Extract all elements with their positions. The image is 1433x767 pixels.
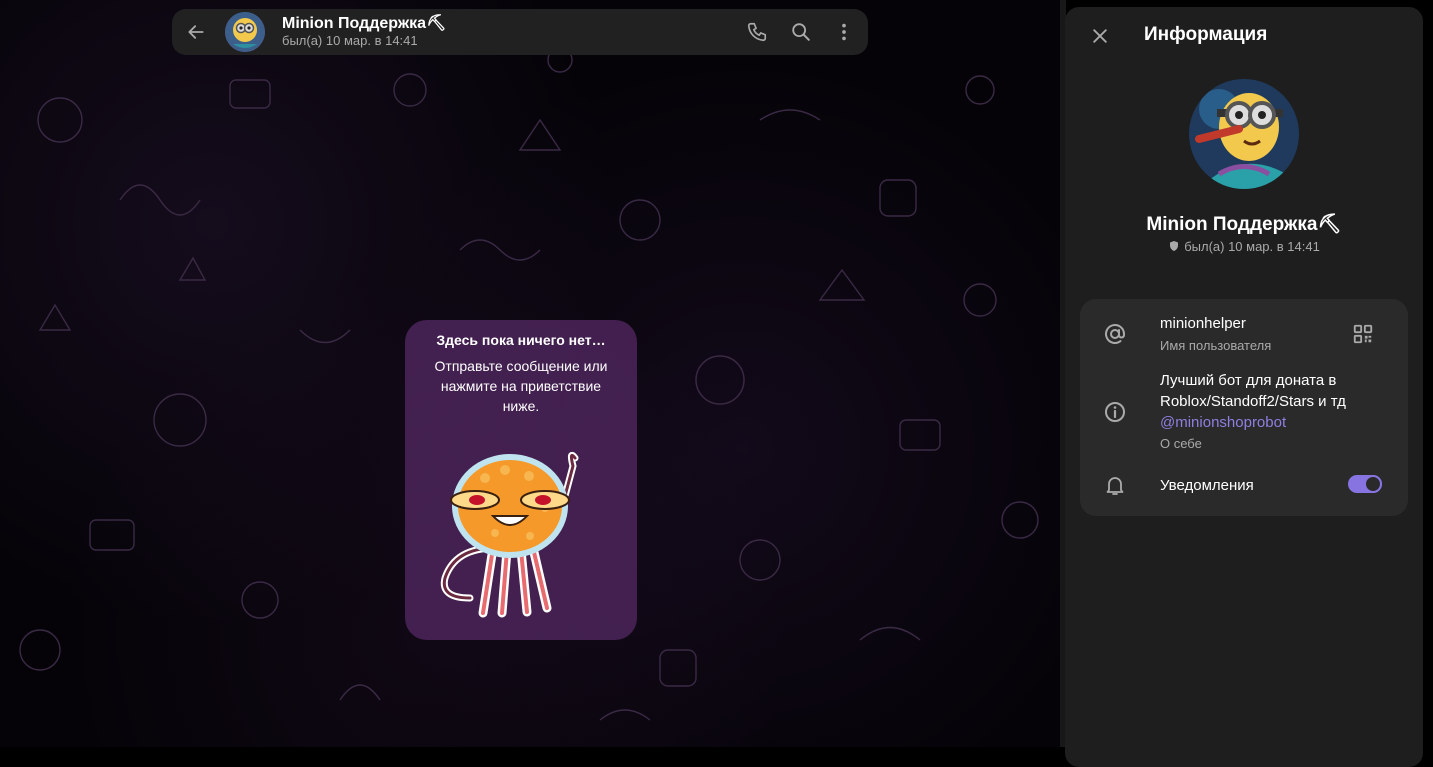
bio-text: Лучший бот для доната в Roblox/Standoff2… (1160, 370, 1346, 433)
bell-icon (1102, 472, 1128, 498)
back-arrow-icon[interactable] (184, 20, 208, 44)
chat-area: Minion Поддержка⛏ был(а) 10 мар. в 14:41… (0, 0, 1062, 747)
greeting-sticker[interactable] (425, 448, 595, 623)
profile-info-card: minionhelper Имя пользователя Лучший бот… (1080, 299, 1408, 516)
profile-status-text: был(а) 10 мар. в 14:41 (1184, 239, 1320, 254)
shield-icon (1170, 241, 1179, 251)
empty-chat-placeholder: Здесь пока ничего нет… Отправьте сообщен… (405, 320, 637, 640)
chat-header[interactable]: Minion Поддержка⛏ был(а) 10 мар. в 14:41 (172, 9, 868, 55)
more-vertical-icon[interactable] (832, 20, 856, 44)
notifications-label: Уведомления (1160, 477, 1254, 494)
bio-bot-link[interactable]: @minionshoprobot (1160, 412, 1346, 433)
bio-label: О себе (1160, 436, 1202, 451)
toggle-knob (1364, 475, 1382, 493)
empty-chat-title: Здесь пока ничего нет… (436, 332, 606, 348)
bio-line-1: Лучший бот для доната в (1160, 372, 1337, 389)
profile-info-panel: Информация Minion Поддержка⛏ был(а) 10 м… (1065, 7, 1423, 767)
empty-chat-text: Отправьте сообщение или нажмите на приве… (434, 358, 608, 414)
username-label: Имя пользователя (1160, 338, 1272, 353)
notifications-toggle[interactable] (1348, 475, 1382, 493)
phone-icon[interactable] (745, 20, 769, 44)
close-icon[interactable] (1087, 23, 1113, 49)
chat-title[interactable]: Minion Поддержка⛏ (282, 13, 446, 33)
bio-line-2: Roblox/Standoff2/Stars и тд (1160, 393, 1346, 410)
at-icon (1102, 321, 1128, 347)
qr-code-icon[interactable] (1352, 323, 1374, 345)
last-seen-status: был(а) 10 мар. в 14:41 (282, 33, 418, 48)
profile-name: Minion Поддержка⛏ (1146, 214, 1342, 235)
avatar[interactable] (225, 12, 265, 52)
search-icon[interactable] (789, 20, 813, 44)
info-icon (1102, 399, 1128, 425)
username-value[interactable]: minionhelper (1160, 313, 1246, 334)
panel-title: Информация (1144, 24, 1268, 45)
profile-avatar[interactable] (1189, 79, 1299, 189)
profile-status: был(а) 10 мар. в 14:41 (1065, 239, 1423, 254)
